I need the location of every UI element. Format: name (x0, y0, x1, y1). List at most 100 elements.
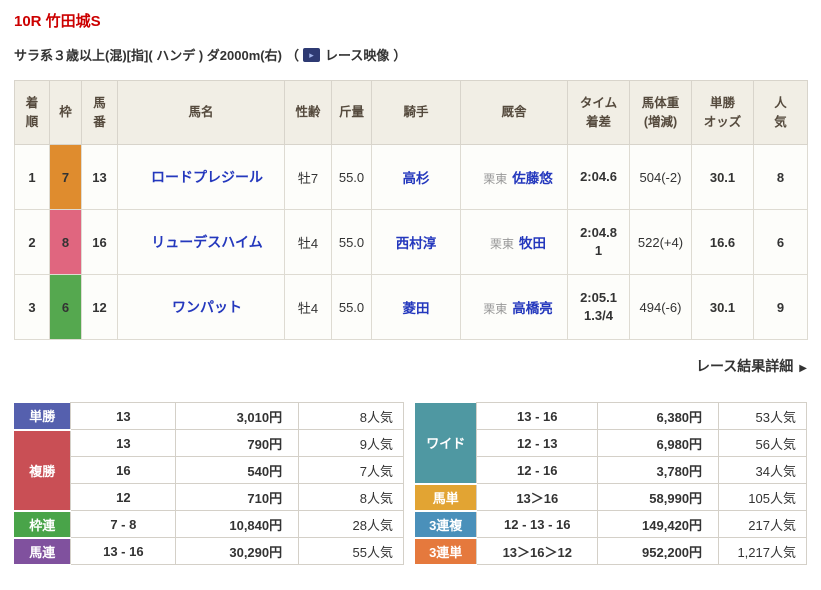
stable-area: 栗東 (489, 237, 514, 251)
horse-name-cell: リューデスハイム (117, 209, 285, 275)
payout-label-tansho: 単勝 (14, 402, 71, 431)
sex-age: 牡7 (284, 144, 332, 210)
payout-popularity: 53人気 (718, 402, 807, 430)
payout-row-sanrentan: 3連単 13＞16＞12 952,200円 1,217人気 (415, 537, 807, 566)
margin: 1 (594, 243, 603, 258)
payout-table-right: ワイド 13 - 16 6,380円 53人気 12 - 13 6,980円 5… (415, 402, 807, 566)
jockey-link[interactable]: 西村淳 (396, 236, 437, 251)
waku-badge: 8 (49, 209, 82, 275)
stable-link[interactable]: 佐藤悠 (512, 171, 553, 186)
col-sex-age: 性齢 (284, 80, 332, 145)
payout-selection: 12 - 13 - 16 (476, 510, 599, 538)
horse-name-link[interactable]: ワンパット (172, 299, 242, 315)
payout-label-sanrenpuku: 3連複 (415, 510, 477, 539)
race-conditions-text: サラ系３歳以上(混)[指]( ハンデ ) ダ2000m(右) (14, 48, 282, 63)
payout-popularity: 9人気 (298, 429, 404, 457)
payout-row-wakuren: 枠連 7 - 8 10,840円 28人気 (14, 510, 404, 539)
waku-badge: 7 (49, 144, 82, 210)
horse-name-link[interactable]: リューデスハイム (151, 234, 262, 250)
carried-weight: 55.0 (331, 209, 372, 275)
time-margin-cell: 2:04.6 (567, 144, 630, 210)
payout-amount: 3,010円 (175, 402, 300, 430)
col-rank: 着 順 (14, 80, 50, 145)
stable-cell: 栗東 佐藤悠 (460, 144, 568, 210)
payout-popularity: 217人気 (718, 510, 807, 538)
finish-time: 2:04.6 (580, 169, 617, 185)
payout-label-umaren: 馬連 (14, 537, 71, 566)
col-carried-weight: 斤量 (331, 80, 372, 145)
col-horse-weight: 馬体重 (増減) (629, 80, 692, 145)
carried-weight: 55.0 (331, 274, 372, 340)
rank: 1 (14, 144, 50, 210)
payout-section: 単勝 13 3,010円 8人気 複勝 13 790円 9人気 16 540円 … (14, 402, 807, 566)
col-jockey: 騎手 (371, 80, 461, 145)
jockey-link[interactable]: 高杉 (403, 171, 430, 186)
right-arrow-icon: ▶ (799, 363, 807, 374)
horse-number: 12 (81, 274, 118, 340)
payout-amount: 30,290円 (175, 537, 300, 565)
payout-selection: 13＞16 (476, 483, 599, 511)
result-row-3: 3 6 12 ワンパット 牡4 55.0 菱田 栗東 高橋亮 2:05.1 1.3/… (14, 274, 808, 340)
payout-amount: 6,980円 (597, 429, 720, 457)
race-video-link[interactable]: ▸ レース映像 (302, 45, 390, 64)
horse-weight: 494(-6) (629, 274, 692, 340)
payout-row-fukusho-1: 複勝 13 790円 9人気 (14, 429, 404, 512)
payout-popularity: 34人気 (718, 456, 807, 484)
win-odds: 30.1 (691, 144, 754, 210)
jockey-cell: 高杉 (371, 144, 461, 210)
payout-selection: 16 (70, 456, 177, 484)
col-waku: 枠 (49, 80, 82, 145)
payout-table-left: 単勝 13 3,010円 8人気 複勝 13 790円 9人気 16 540円 … (14, 402, 404, 566)
payout-selection: 12 - 13 (476, 429, 599, 457)
paren-close: ） (393, 48, 407, 63)
video-icon: ▸ (302, 47, 320, 62)
horse-number: 16 (81, 209, 118, 275)
detail-link-row: レース結果詳細 ▶ (14, 356, 807, 376)
payout-amount: 952,200円 (597, 537, 720, 565)
horse-name-link[interactable]: ロードプレジール (151, 169, 263, 185)
payout-row-fukusho-2: 16 540円 7人気 (14, 456, 404, 484)
win-odds: 30.1 (691, 274, 754, 340)
payout-label-wakuren: 枠連 (14, 510, 71, 539)
payout-popularity: 56人気 (718, 429, 807, 457)
detail-link-label: レース結果詳細 (695, 358, 794, 374)
payout-label-sanrentan: 3連単 (415, 537, 477, 566)
horse-weight: 504(-2) (629, 144, 692, 210)
payout-selection: 13＞16＞12 (476, 537, 599, 565)
race-result-detail-link[interactable]: レース結果詳細 ▶ (696, 358, 807, 374)
stable-area: 栗東 (483, 302, 508, 316)
payout-label-umatan: 馬単 (415, 483, 477, 512)
payout-popularity: 55人気 (298, 537, 404, 565)
payout-selection: 13 (70, 402, 177, 430)
paren-open: （ (285, 48, 299, 63)
payout-popularity: 1,217人気 (718, 537, 807, 565)
payout-popularity: 8人気 (298, 402, 404, 430)
payout-popularity: 7人気 (298, 456, 404, 484)
stable-cell: 栗東 高橋亮 (460, 274, 568, 340)
race-video-label: レース映像 (324, 48, 390, 63)
payout-row-wide-1: ワイド 13 - 16 6,380円 53人気 (415, 402, 807, 485)
payout-amount: 10,840円 (175, 510, 300, 538)
payout-amount: 540円 (175, 456, 300, 484)
payout-selection: 13 - 16 (70, 537, 177, 565)
payout-amount: 58,990円 (597, 483, 720, 511)
payout-amount: 6,380円 (597, 402, 720, 430)
payout-selection: 13 (70, 429, 177, 457)
horse-name-cell: ワンパット (117, 274, 285, 340)
popularity: 8 (753, 144, 808, 210)
col-time-margin: タイム 着差 (567, 80, 630, 145)
payout-selection: 12 (70, 483, 177, 511)
col-horse-number: 馬 番 (81, 80, 118, 145)
rank: 3 (14, 274, 50, 340)
stable-area: 栗東 (483, 172, 508, 186)
payout-row-umatan: 馬単 13＞16 58,990円 105人気 (415, 483, 807, 512)
payout-row-umaren: 馬連 13 - 16 30,290円 55人気 (14, 537, 404, 566)
stable-link[interactable]: 牧田 (519, 236, 546, 251)
stable-link[interactable]: 高橋亮 (512, 301, 553, 316)
col-stable: 厩舎 (460, 80, 568, 145)
sex-age: 牡4 (284, 274, 332, 340)
jockey-link[interactable]: 菱田 (403, 301, 430, 316)
time-margin-cell: 2:04.8 1 (567, 209, 630, 275)
payout-row-fukusho-3: 12 710円 8人気 (14, 483, 404, 511)
payout-row-sanrenpuku: 3連複 12 - 13 - 16 149,420円 217人気 (415, 510, 807, 539)
